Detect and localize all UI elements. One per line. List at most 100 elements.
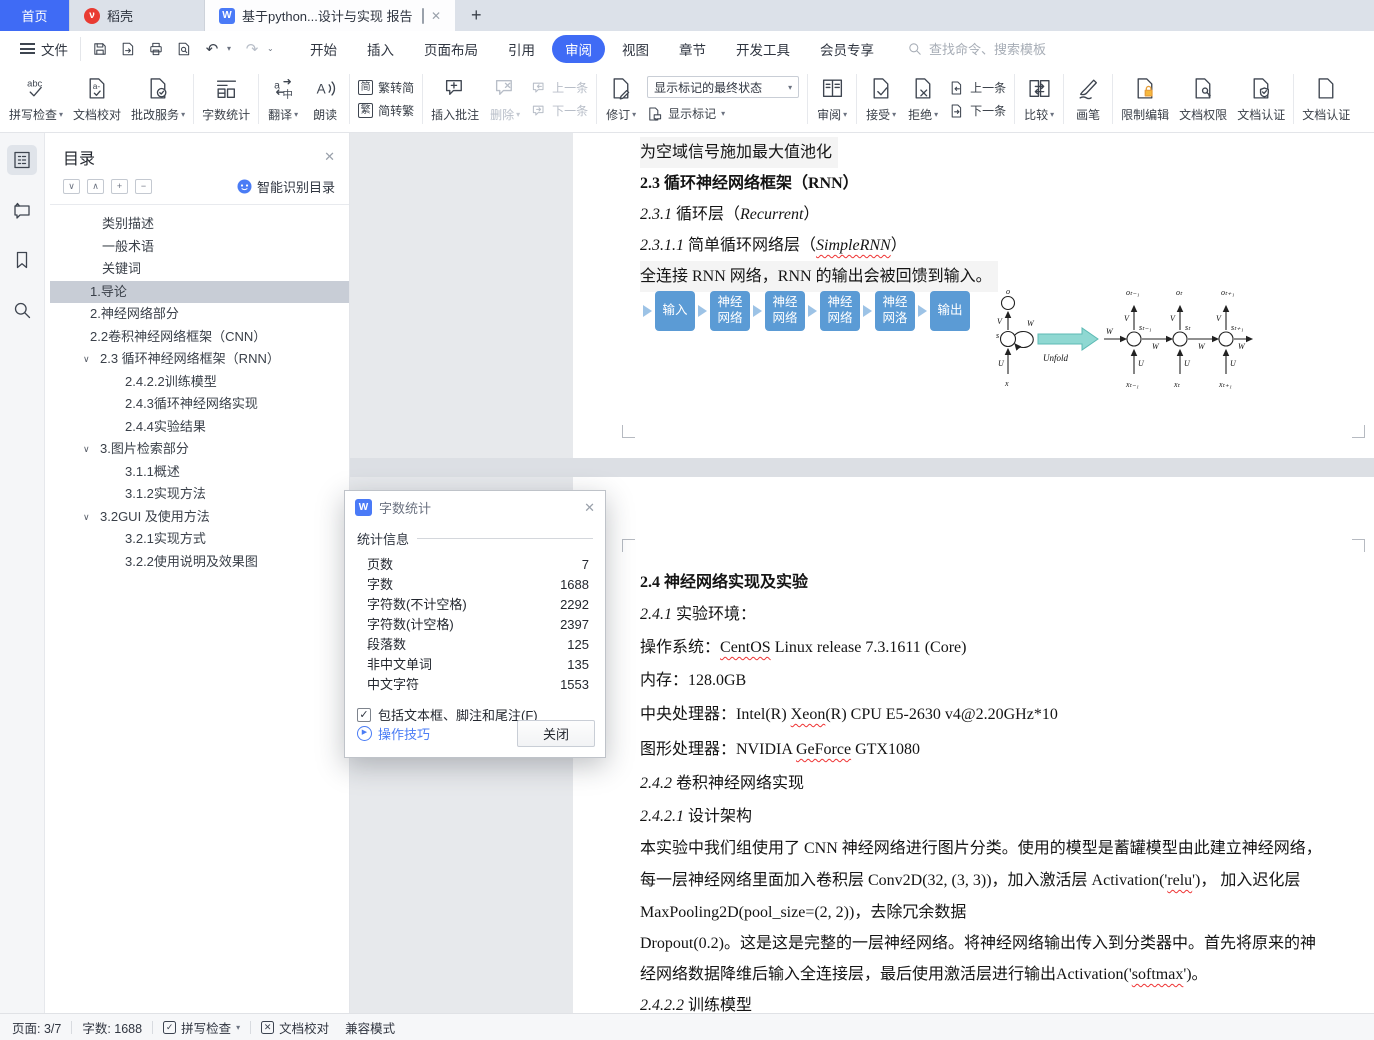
simp-to-trad-button[interactable]: 繁简转繁 [358,102,414,119]
ribbon-tab[interactable]: 页面布局 [411,35,491,63]
toc-item[interactable]: 1.导论 [50,280,349,303]
insert-comment-button[interactable]: 插入批注 [426,66,484,132]
file-menu-button[interactable]: 文件 [10,39,78,59]
ribbon-tab[interactable]: 章节 [666,35,719,63]
margin-mark [1352,539,1365,552]
toc-item[interactable]: 一般术语 [50,236,349,259]
doc-permission-button[interactable]: 文档权限 [1174,66,1232,132]
toc-item[interactable]: 类别描述 [50,213,349,236]
toc-zoom-in-button[interactable]: + [111,179,128,194]
toc-expand-all-button[interactable]: ∨ [63,179,80,194]
export-button[interactable] [115,37,141,61]
document-page[interactable]: 为空域信号施加最大值池化 2.3 循环神经网络框架（RNN） 2.3.1 循环层… [573,133,1374,458]
rnn-unfold-figure: o V s W U x Unfold W oₜ₋₁ V sₜ₋₁ U xₜ₋₁ … [996,287,1254,389]
command-search[interactable]: 查找命令、搜索模板 [907,39,1046,58]
simp-char-icon: 简 [358,80,374,95]
next-comment-button[interactable]: 下一条 [531,102,588,119]
toc-item[interactable]: ∨ 2.3 循环神经网络框架（RNN） [50,348,349,371]
ribbon-tab[interactable]: 视图 [609,35,662,63]
status-spell-check[interactable]: ✓ 拼写检查 ▾ [163,1018,240,1037]
toc-item[interactable]: 2.2卷积神经网络框架（CNN） [50,326,349,349]
correction-service-button[interactable]: 批改服务 ▾ [126,66,190,132]
toc-close-icon[interactable]: ✕ [324,149,335,165]
outline-panel-icon[interactable] [7,145,37,175]
toc-item[interactable]: 3.2.1实现方式 [50,528,349,551]
track-changes-button[interactable]: 修订 ▾ [600,66,642,132]
review-pane-button[interactable]: 审阅 ▾ [811,66,853,132]
page-indicator: 页面: 3/7 [12,1021,62,1036]
smart-toc-button[interactable]: 智能识别目录 [237,177,335,196]
show-markup-button[interactable]: 显示标记 ▾ [647,105,799,122]
prev-comment-button[interactable]: 上一条 [531,79,588,96]
toc-item[interactable]: 关键词 [50,258,349,281]
doc-proof-button[interactable]: a- 文档校对 [68,66,126,132]
page-gap [350,458,1374,477]
next-change-button[interactable]: 下一条 [949,102,1006,119]
ribbon-tab[interactable]: 审阅 [552,34,605,63]
check-square-icon: ✓ [163,1020,177,1034]
ribbon-tab[interactable]: 会员专享 [807,35,887,63]
chevron-down-icon[interactable]: ∨ [83,506,90,529]
redo-button[interactable]: ↷ [239,37,265,61]
bookmark-panel-icon[interactable] [7,245,37,275]
save-button[interactable] [87,37,113,61]
word-count-button[interactable]: 字数统计 [197,66,255,132]
svg-text:W: W [1152,342,1160,351]
word-count-indicator[interactable]: 字数: 1688 [82,1018,142,1037]
accept-change-button[interactable]: 接受 ▾ [860,66,902,132]
chevron-down-icon[interactable]: ∨ [83,348,90,371]
compare-button[interactable]: 比较 ▾ [1018,66,1060,132]
pen-button[interactable]: 画笔 [1067,66,1109,132]
document-page[interactable]: 2.4 神经网络实现及实验 2.4.1 实验环境： 操作系统：CentOS Li… [573,477,1374,1013]
tab-home[interactable]: 首页 [0,0,70,31]
undo-button[interactable]: ↶ [199,37,225,61]
toc-item[interactable]: 2.4.2.2训练模型 [50,371,349,394]
doc-auth-button[interactable]: 文档认证 [1232,66,1290,132]
ribbon-tab[interactable]: 开发工具 [723,35,803,63]
toc-zoom-out-button[interactable]: − [135,179,152,194]
toc-item[interactable]: 3.1.2实现方法 [50,483,349,506]
dialog-title-bar[interactable]: W 字数统计 ✕ [345,491,605,521]
svg-text:sₜ₊₁: sₜ₊₁ [1231,323,1244,332]
restrict-edit-button[interactable]: 限制编辑 [1116,66,1174,132]
prev-change-button[interactable]: 上一条 [949,79,1006,96]
tab-document[interactable]: W 基于python...设计与实现 报告 ✕ [205,0,455,31]
tips-link[interactable]: ▶ 操作技巧 [357,724,430,743]
toc-item[interactable]: ∨ 3.图片检索部分 [50,438,349,461]
search-panel-icon[interactable] [7,295,37,325]
read-aloud-button[interactable]: A 朗读 [304,66,346,132]
toc-item[interactable]: 3.1.1概述 [50,461,349,484]
trad-to-simp-button[interactable]: 简繁转简 [358,79,414,96]
translate-button[interactable]: a中 翻译 ▾ [262,66,304,132]
doc-cut-button[interactable]: 文档认证 [1297,66,1355,132]
comments-panel-icon[interactable] [7,195,37,225]
print-button[interactable] [143,37,169,61]
status-doc-proof[interactable]: ✕ 文档校对 [261,1018,329,1037]
toc-item[interactable]: 2.神经网络部分 [50,303,349,326]
ribbon-tab[interactable]: 插入 [354,35,407,63]
toc-item[interactable]: 3.2.2使用说明及效果图 [50,551,349,574]
ribbon-tab[interactable]: 开始 [297,35,350,63]
markup-state-dropdown[interactable]: 显示标记的最终状态 ▾ [647,76,800,98]
doc-line: 操作系统：CentOS Linux release 7.3.1611 (Core… [640,639,967,656]
tab-docer[interactable]: ν 稻壳 [70,0,205,31]
spell-check-button[interactable]: abc 拼写检查 ▾ [4,66,68,132]
delete-comment-button[interactable]: 删除 ▾ [484,66,526,132]
print-preview-button[interactable] [171,37,197,61]
tab-close-icon[interactable]: ✕ [431,9,441,23]
ribbon-tab[interactable]: 引用 [495,35,548,63]
toc-panel: 目录 ✕ ∨ ∧ + − 智能识别目录 类别描述 一般术语 关键词 1.导论 2… [45,133,350,1013]
dialog-close-icon[interactable]: ✕ [584,500,595,516]
reject-change-button[interactable]: 拒绝 ▾ [902,66,944,132]
toc-item[interactable]: 2.4.4实验结果 [50,416,349,439]
toc-collapse-all-button[interactable]: ∧ [87,179,104,194]
toc-item[interactable]: ∨ 3.2GUI 及使用方法 [50,506,349,529]
customize-toolbar-icon[interactable]: ⌄ [267,44,277,53]
tab-window-icon[interactable] [421,7,424,24]
chevron-down-icon[interactable]: ∨ [83,438,90,461]
new-tab-button[interactable]: + [455,0,498,31]
stat-row: 段落数 125 [367,636,589,652]
toc-item[interactable]: 2.4.3循环神经网络实现 [50,393,349,416]
undo-caret-icon[interactable]: ▾ [227,44,237,53]
close-button[interactable]: 关闭 [517,720,595,747]
